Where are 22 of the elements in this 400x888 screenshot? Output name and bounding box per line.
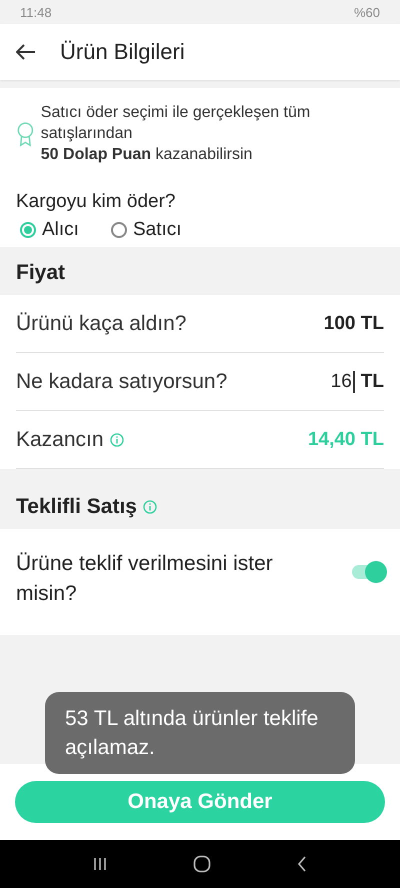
row-label: Ne kadara satıyorsun? (16, 370, 228, 394)
status-time: 11:48 (20, 4, 52, 20)
radio-option[interactable]: Satıcı (106, 219, 186, 241)
section-title: Teklifli Satış (16, 495, 137, 519)
row-label: Ürünü kaça aldın? (16, 312, 186, 336)
warning-toast: 53 TL altında ürünler teklife açılamaz. (45, 692, 355, 774)
badge-icon (16, 120, 35, 146)
offer-question: Ürüne teklif verilmesini ister misin? (16, 551, 274, 607)
recents-icon[interactable] (93, 857, 107, 871)
price-input[interactable]: 16 TL (330, 370, 384, 392)
section-title: Fiyat (16, 261, 66, 285)
earning-value: 14,40 TL (308, 428, 384, 450)
back-icon[interactable] (297, 856, 307, 872)
page-title: Ürün Bilgileri (60, 39, 185, 65)
shipping-question: Kargoyu kim öder? (16, 191, 176, 213)
battery-level: %60 (354, 4, 380, 20)
back-button[interactable] (16, 44, 36, 60)
price-value: 100 TL (324, 312, 384, 334)
reward-message: Satıcı öder seçimi ile gerçekleşen tüm satışlarından 50 Dolap Puan kazanabilirsin (40, 103, 312, 165)
row-label: Kazancın (16, 428, 104, 452)
radio-option[interactable]: Alıcı (16, 219, 83, 241)
home-icon[interactable] (193, 855, 211, 873)
